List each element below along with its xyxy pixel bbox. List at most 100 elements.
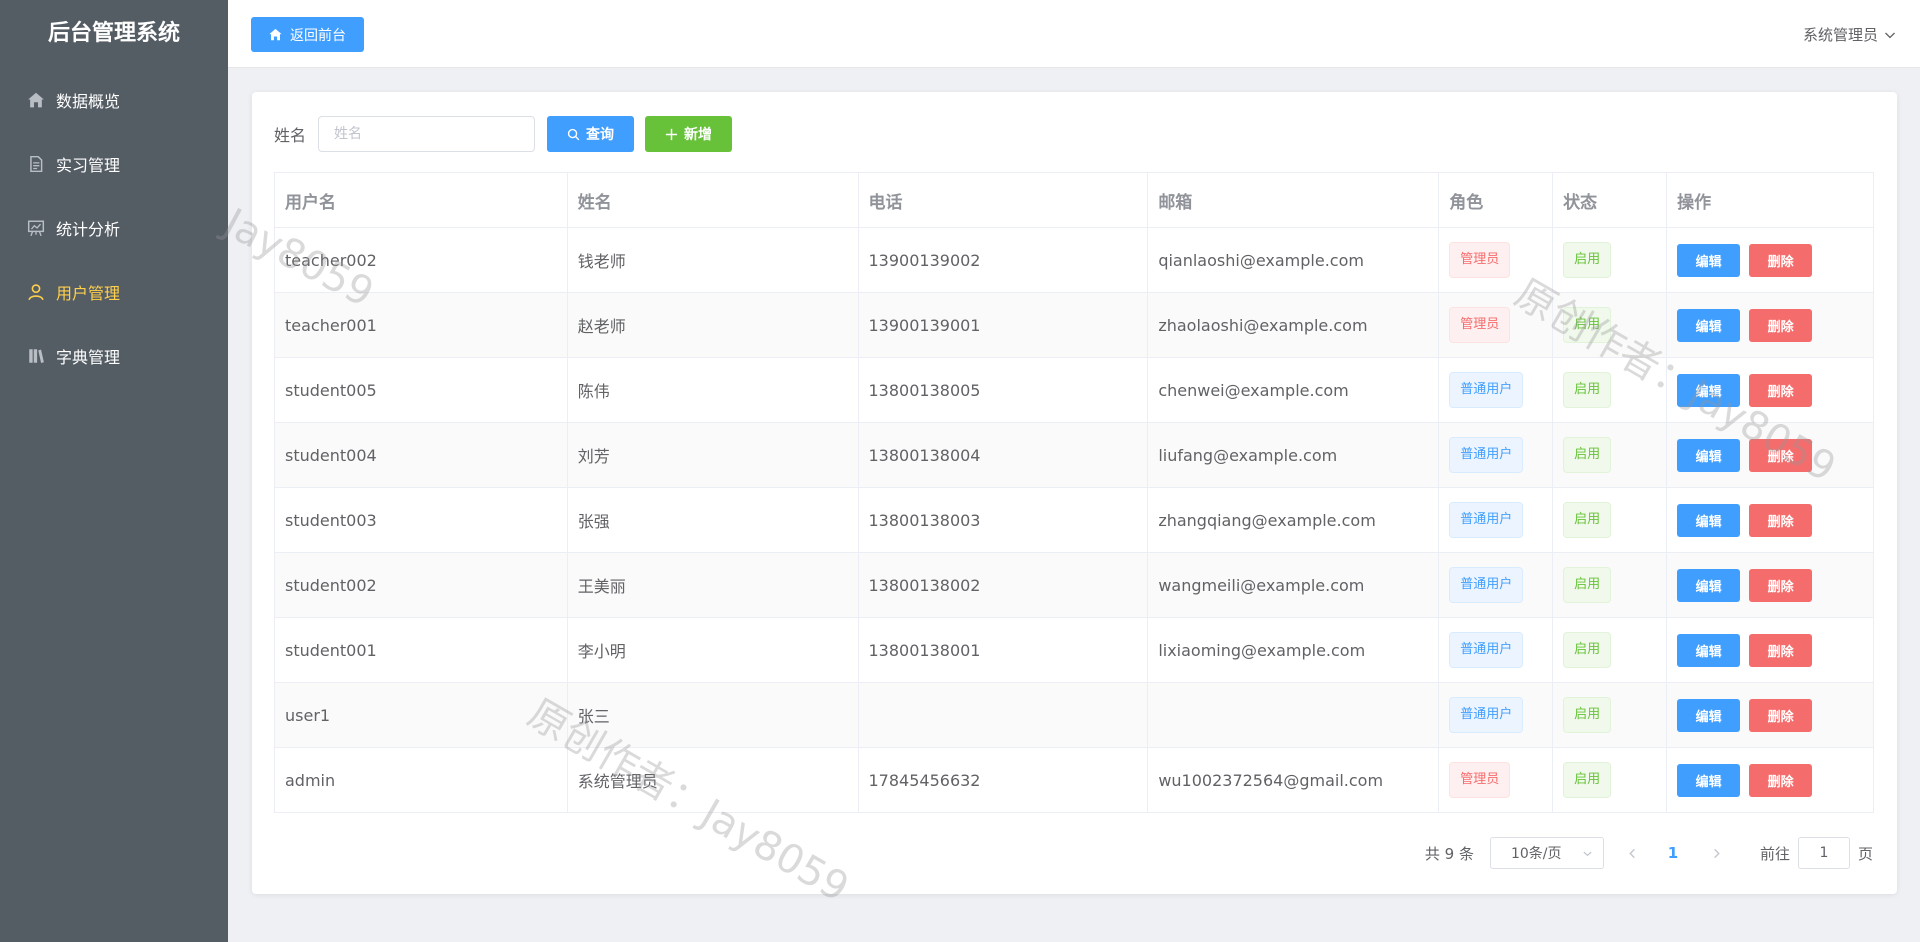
cell-phone [858,682,1149,748]
sidebar-item-label: 用户管理 [56,284,121,303]
edit-button[interactable]: 编辑 [1677,503,1741,537]
name-search-input[interactable] [318,116,536,152]
cell-email: wu1002372564@gmail.com [1147,747,1440,813]
cell-status: 启用 [1552,292,1668,358]
cell-actions: 编辑 删除 [1666,552,1874,618]
delete-button[interactable]: 删除 [1749,243,1813,277]
delete-button[interactable]: 删除 [1749,373,1813,407]
delete-button[interactable]: 删除 [1749,568,1813,602]
prev-page-button[interactable] [1618,837,1648,869]
sidebar-item-overview[interactable]: 数据概览 [0,68,228,132]
delete-button[interactable]: 删除 [1749,698,1813,732]
delete-button[interactable]: 删除 [1749,633,1813,667]
status-badge: 启用 [1563,697,1612,733]
goto-suffix: 页 [1857,844,1873,863]
cell-email: wangmeili@example.com [1147,552,1440,618]
table-header-row: 用户名 姓名 电话 邮箱 角色 状态 操作 [274,172,1874,228]
cell-username: student003 [274,487,568,553]
status-badge: 启用 [1563,307,1612,343]
cell-role: 普通用户 [1438,357,1554,423]
cell-phone: 17845456632 [858,747,1149,813]
delete-button[interactable]: 删除 [1749,503,1813,537]
cell-role: 管理员 [1438,227,1554,293]
goto-prefix: 前往 [1759,844,1790,863]
delete-button[interactable]: 删除 [1749,308,1813,342]
edit-button[interactable]: 编辑 [1677,308,1741,342]
cell-phone: 13800138002 [858,552,1149,618]
cell-email: qianlaoshi@example.com [1147,227,1440,293]
edit-button[interactable]: 编辑 [1677,373,1741,407]
cell-status: 启用 [1552,747,1668,813]
role-tag: 普通用户 [1449,437,1524,473]
cell-email: liufang@example.com [1147,422,1440,488]
back-to-frontend-button[interactable]: 返回前台 [251,17,364,52]
edit-button[interactable]: 编辑 [1677,568,1741,602]
role-tag: 普通用户 [1449,567,1524,603]
delete-button[interactable]: 删除 [1749,438,1813,472]
table-row: user1 张三 普通用户 启用 编辑 删除 [274,682,1874,748]
users-table: 用户名 姓名 电话 邮箱 角色 状态 操作 teacher002 钱老师 13900… [274,172,1874,813]
cell-status: 启用 [1552,422,1668,488]
total-count: 共 9 条 [1424,844,1474,863]
edit-button[interactable]: 编辑 [1677,763,1741,797]
cell-username: student005 [274,357,568,423]
cell-name: 王美丽 [567,552,859,618]
goto-page-input[interactable] [1797,837,1850,869]
cell-name: 钱老师 [567,227,859,293]
cell-username: user1 [274,682,568,748]
status-badge: 启用 [1563,502,1612,538]
top-header: 返回前台 系统管理员 [228,0,1920,68]
name-search-label: 姓名 [274,126,307,145]
cell-role: 普通用户 [1438,422,1554,488]
search-icon [567,128,580,140]
cell-email: zhangqiang@example.com [1147,487,1440,553]
search-bar: 姓名 查询 新增 [274,116,733,152]
sidebar: 后台管理系统 数据概览 实习管理 统计分析 用户管理 字典管理 [0,0,228,942]
cell-username: admin [274,747,568,813]
delete-button[interactable]: 删除 [1749,763,1813,797]
cell-phone: 13800138003 [858,487,1149,553]
edit-button[interactable]: 编辑 [1677,438,1741,472]
cell-status: 启用 [1552,487,1668,553]
edit-button[interactable]: 编辑 [1677,243,1741,277]
role-tag: 普通用户 [1449,697,1524,733]
back-button-label: 返回前台 [290,27,346,44]
page-size-select[interactable]: 10条/页 [1489,837,1604,869]
page-number-current[interactable]: 1 [1658,844,1688,862]
cell-email: lixiaoming@example.com [1147,617,1440,683]
app-title: 后台管理系统 [47,21,180,46]
cell-actions: 编辑 删除 [1666,487,1874,553]
chevron-down-icon [1885,32,1895,38]
column-header-role: 角色 [1438,172,1554,228]
cell-username: teacher002 [274,227,568,293]
cell-name: 陈伟 [567,357,859,423]
sidebar-item-internship[interactable]: 实习管理 [0,132,228,196]
role-tag: 管理员 [1449,242,1511,278]
cell-status: 启用 [1552,682,1668,748]
user-dropdown[interactable]: 系统管理员 [1803,24,1896,45]
next-page-button[interactable] [1702,837,1732,869]
cell-role: 普通用户 [1438,617,1554,683]
cell-actions: 编辑 删除 [1666,682,1874,748]
chevron-down-icon [1583,851,1592,856]
query-button[interactable]: 查询 [547,116,635,152]
add-button[interactable]: 新增 [645,116,733,152]
cell-name: 系统管理员 [567,747,859,813]
sidebar-item-label: 实习管理 [56,156,121,175]
cell-role: 管理员 [1438,747,1554,813]
cell-name: 赵老师 [567,292,859,358]
table-row: student002 王美丽 13800138002 wangmeili@exampl… [274,552,1874,618]
cell-status: 启用 [1552,357,1668,423]
edit-button[interactable]: 编辑 [1677,698,1741,732]
sidebar-item-statistics[interactable]: 统计分析 [0,196,228,260]
status-badge: 启用 [1563,437,1612,473]
user-name: 系统管理员 [1802,26,1878,44]
cell-actions: 编辑 删除 [1666,357,1874,423]
edit-button[interactable]: 编辑 [1677,633,1741,667]
cell-role: 管理员 [1438,292,1554,358]
cell-phone: 13800138001 [858,617,1149,683]
sidebar-item-dictionary[interactable]: 字典管理 [0,324,228,388]
sidebar-item-label: 统计分析 [56,220,121,239]
sidebar-item-users[interactable]: 用户管理 [0,260,228,324]
sidebar-item-label: 字典管理 [56,348,121,367]
